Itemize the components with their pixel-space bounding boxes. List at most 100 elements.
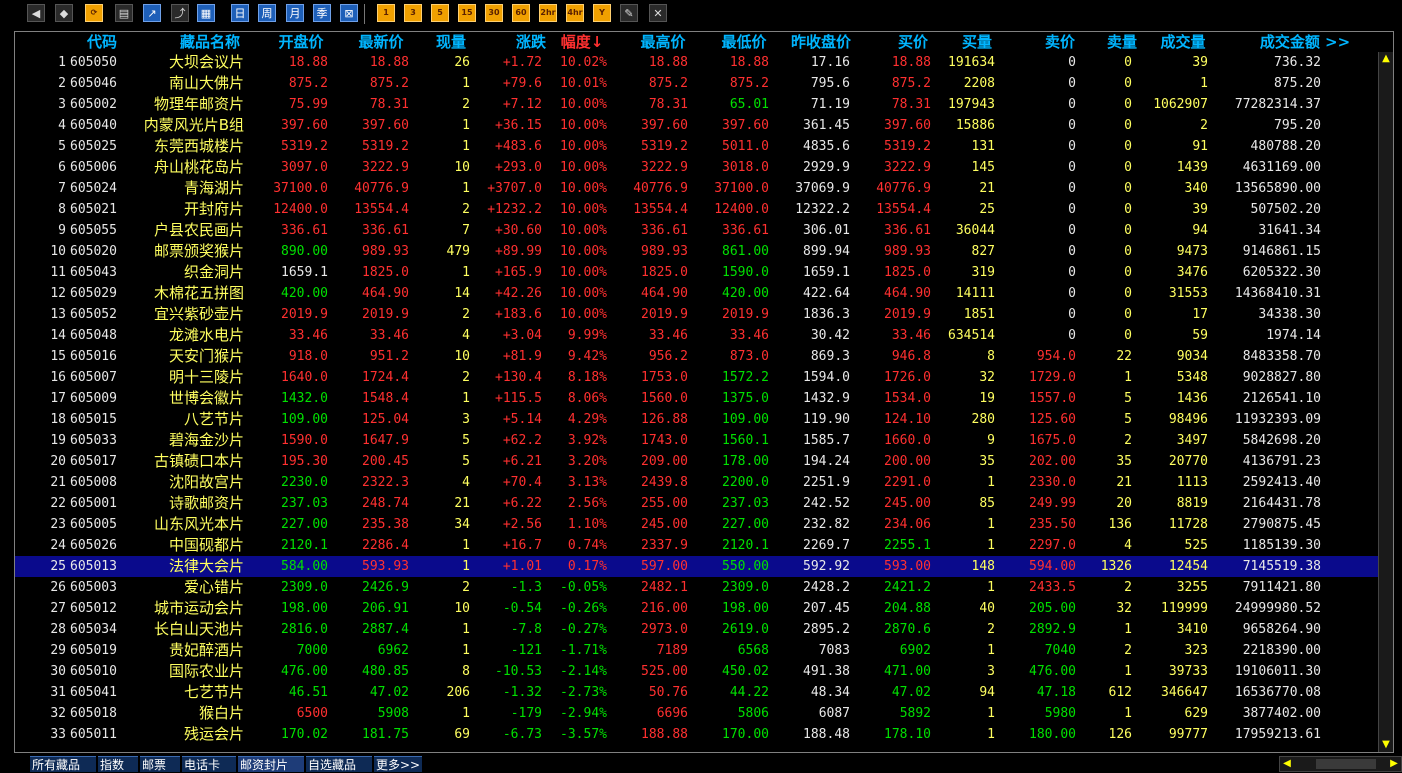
table-row[interactable]: 27 605012 城市运动会片 198.00 206.91 10 -0.54 -0.26% 2… [15,598,1379,619]
change-cell: +7.12 [502,97,542,112]
column-header-15[interactable]: 成交金额 >> [1245,32,1365,52]
vertical-scrollbar[interactable]: ▲ ▼ [1378,52,1393,752]
column-header-12[interactable]: 卖价 [1042,32,1078,52]
period-4hr-button[interactable]: 4hr [566,4,584,22]
table-row[interactable]: 19 605033 碧海金沙片 1590.0 1647.9 5 +62.2 3.92% 1743… [15,430,1379,451]
table-row[interactable]: 10 605020 邮票颁奖猴片 890.00 989.93 479 +89.99 10.00… [15,241,1379,262]
table-row[interactable]: 21 605008 沈阳故宫片 2230.0 2322.3 4 +70.4 3.13% 2439… [15,472,1379,493]
low-cell: 420.00 [722,286,769,301]
column-header-8[interactable]: 最低价 [718,32,770,52]
scroll-right-icon[interactable]: ▶ [1387,757,1401,771]
tools-icon[interactable]: ✕ [649,4,667,22]
table-row[interactable]: 20 605017 古镇碛口本片 195.30 200.45 5 +6.21 3.20% 209… [15,451,1379,472]
low-cell: 2200.0 [722,475,769,490]
crosshair-icon[interactable]: ⊠ [340,4,358,22]
column-header-7[interactable]: 最高价 [637,32,689,52]
current-volume-cell: 1 [462,181,470,196]
year-button[interactable]: Y [593,4,611,22]
clipboard-icon[interactable]: ▤ [115,4,133,22]
period-15-button[interactable]: 15 [458,4,476,22]
column-header-9[interactable]: 昨收盘价 [785,32,857,52]
tab-2[interactable]: 邮票 [140,756,180,772]
column-header-0[interactable]: 代码 [80,32,124,52]
scroll-down-icon[interactable]: ▼ [1379,738,1393,752]
volume-cell: 9034 [1176,349,1208,364]
column-header-4[interactable]: 现量 [433,32,469,52]
table-row[interactable]: 9 605055 户县农民画片 336.61 336.61 7 +30.60 10.00% 33… [15,220,1379,241]
table-row[interactable]: 13 605052 宜兴紫砂壶片 2019.9 2019.9 2 +183.6 10.00% 2… [15,304,1379,325]
bid-cell: 18.88 [891,55,931,70]
pencil-icon[interactable]: ✎ [620,4,638,22]
current-volume-cell: 206 [446,685,470,700]
table-row[interactable]: 7 605024 青海湖片 37100.0 40776.9 1 +3707.0 10.00% 4… [15,178,1379,199]
column-header-6[interactable]: 幅度↓ [553,32,611,52]
bid-cell: 397.60 [884,118,931,133]
column-header-11[interactable]: 买量 [959,32,995,52]
tab-1[interactable]: 指数 [98,756,138,772]
column-header-13[interactable]: 卖量 [1104,32,1140,52]
table-row[interactable]: 33 605011 残运会片 170.02 181.75 69 -6.73 -3.57% 188… [15,724,1379,745]
scroll-left-icon[interactable]: ◀ [1280,757,1294,771]
horizontal-scrollbar[interactable]: ◀ ▶ [1279,756,1402,772]
period-5-button[interactable]: 5 [431,4,449,22]
table-row[interactable]: 32 605018 猴白片 6500 5908 1 -179 -2.94% 6696 5806 60… [15,703,1379,724]
prev-close-cell: 7083 [818,643,850,658]
tab-0[interactable]: 所有藏品 [30,756,96,772]
table-row[interactable]: 1 605050 大坝会议片 18.88 18.88 26 +1.72 10.02% 18.88… [15,52,1379,73]
period-30-button[interactable]: 30 [485,4,503,22]
table-row[interactable]: 15 605016 天安门猴片 918.0 951.2 10 +81.9 9.42% 956.2… [15,346,1379,367]
box-icon[interactable]: ◆ [55,4,73,22]
scroll-thumb[interactable] [1316,759,1376,769]
column-header-14[interactable]: 成交量 [1155,32,1211,52]
trend-chart-icon[interactable]: ⤴ [171,4,189,22]
quarter-button[interactable]: 季 [313,4,331,22]
table-row[interactable]: 25 605013 法律大会片 584.00 593.93 1 +1.01 0.17% 597.… [15,556,1379,577]
table-row[interactable]: 31 605041 七艺节片 46.51 47.02 206 -1.32 -2.73% 50.7… [15,682,1379,703]
table-icon[interactable]: ▦ [197,4,215,22]
period-1-button[interactable]: 1 [377,4,395,22]
table-row[interactable]: 4 605040 内蒙风光片B组 397.60 397.60 1 +36.15 10.00% 3… [15,115,1379,136]
back-icon[interactable]: ◀ [27,4,45,22]
table-row[interactable]: 8 605021 开封府片 12400.0 13554.4 2 +1232.2 10.00% 1… [15,199,1379,220]
ask-volume-cell: 612 [1108,685,1132,700]
table-row[interactable]: 14 605048 龙滩水电片 33.46 33.46 4 +3.04 9.99% 33.46 3… [15,325,1379,346]
tab-6[interactable]: 更多>> [374,756,422,772]
table-row[interactable]: 23 605005 山东风光本片 227.00 235.38 34 +2.56 1.10% 24… [15,514,1379,535]
bid-volume-cell: 94 [979,685,995,700]
name-cell: 猴白片 [198,704,244,722]
table-row[interactable]: 6 605006 舟山桃花岛片 3097.0 3222.9 10 +293.0 10.00% 3… [15,157,1379,178]
table-row[interactable]: 26 605003 爱心错片 2309.0 2426.9 2 -1.3 -0.05% 2482.… [15,577,1379,598]
table-row[interactable]: 3 605002 物理年邮资片 75.99 78.31 2 +7.12 10.00% 78.31… [15,94,1379,115]
tab-4[interactable]: 邮资封片 [238,756,304,772]
period-2hr-button[interactable]: 2hr [539,4,557,22]
amount-cell: 1974.14 [1266,328,1321,343]
refresh-icon[interactable]: ⟳ [85,4,103,22]
table-row[interactable]: 18 605015 八艺节片 109.00 125.04 3 +5.14 4.29% 126.8… [15,409,1379,430]
table-row[interactable]: 16 605007 明十三陵片 1640.0 1724.4 2 +130.4 8.18% 175… [15,367,1379,388]
line-chart-icon[interactable]: ↗ [143,4,161,22]
period-3-button[interactable]: 3 [404,4,422,22]
table-row[interactable]: 17 605009 世博会徽片 1432.0 1548.4 1 +115.5 8.06% 156… [15,388,1379,409]
scroll-up-icon[interactable]: ▲ [1379,52,1393,66]
table-row[interactable]: 22 605001 诗歌邮资片 237.03 248.74 21 +6.22 2.56% 255… [15,493,1379,514]
day-button[interactable]: 日 [231,4,249,22]
column-header-10[interactable]: 买价 [895,32,931,52]
table-row[interactable]: 29 605019 贵妃醉酒片 7000 6962 1 -121 -1.71% 7189 6568… [15,640,1379,661]
week-button[interactable]: 周 [258,4,276,22]
tab-5[interactable]: 自选藏品 [306,756,372,772]
table-row[interactable]: 24 605026 中国砚都片 2120.1 2286.4 1 +16.7 0.74% 2337… [15,535,1379,556]
period-60-button[interactable]: 60 [512,4,530,22]
table-row[interactable]: 12 605029 木棉花五拼图 420.00 464.90 14 +42.26 10.00%… [15,283,1379,304]
table-row[interactable]: 28 605034 长白山天池片 2816.0 2887.4 1 -7.8 -0.27% 297… [15,619,1379,640]
table-row[interactable]: 5 605025 东莞西城楼片 5319.2 5319.2 1 +483.6 10.00% 53… [15,136,1379,157]
tab-3[interactable]: 电话卡 [182,756,236,772]
table-row[interactable]: 30 605010 国际农业片 476.00 480.85 8 -10.53 -2.14% 52… [15,661,1379,682]
column-header-5[interactable]: 涨跌 [505,32,557,52]
month-button[interactable]: 月 [286,4,304,22]
table-row[interactable]: 2 605046 南山大佛片 875.2 875.2 1 +79.6 10.01% 875.2 8… [15,73,1379,94]
bid-cell: 245.00 [884,496,931,511]
column-header-3[interactable]: 最新价 [355,32,407,52]
table-row[interactable]: 11 605043 织金洞片 1659.1 1825.0 1 +165.9 10.00% 182… [15,262,1379,283]
column-header-2[interactable]: 开盘价 [275,32,327,52]
column-header-1[interactable]: 藏品名称 [170,32,250,52]
